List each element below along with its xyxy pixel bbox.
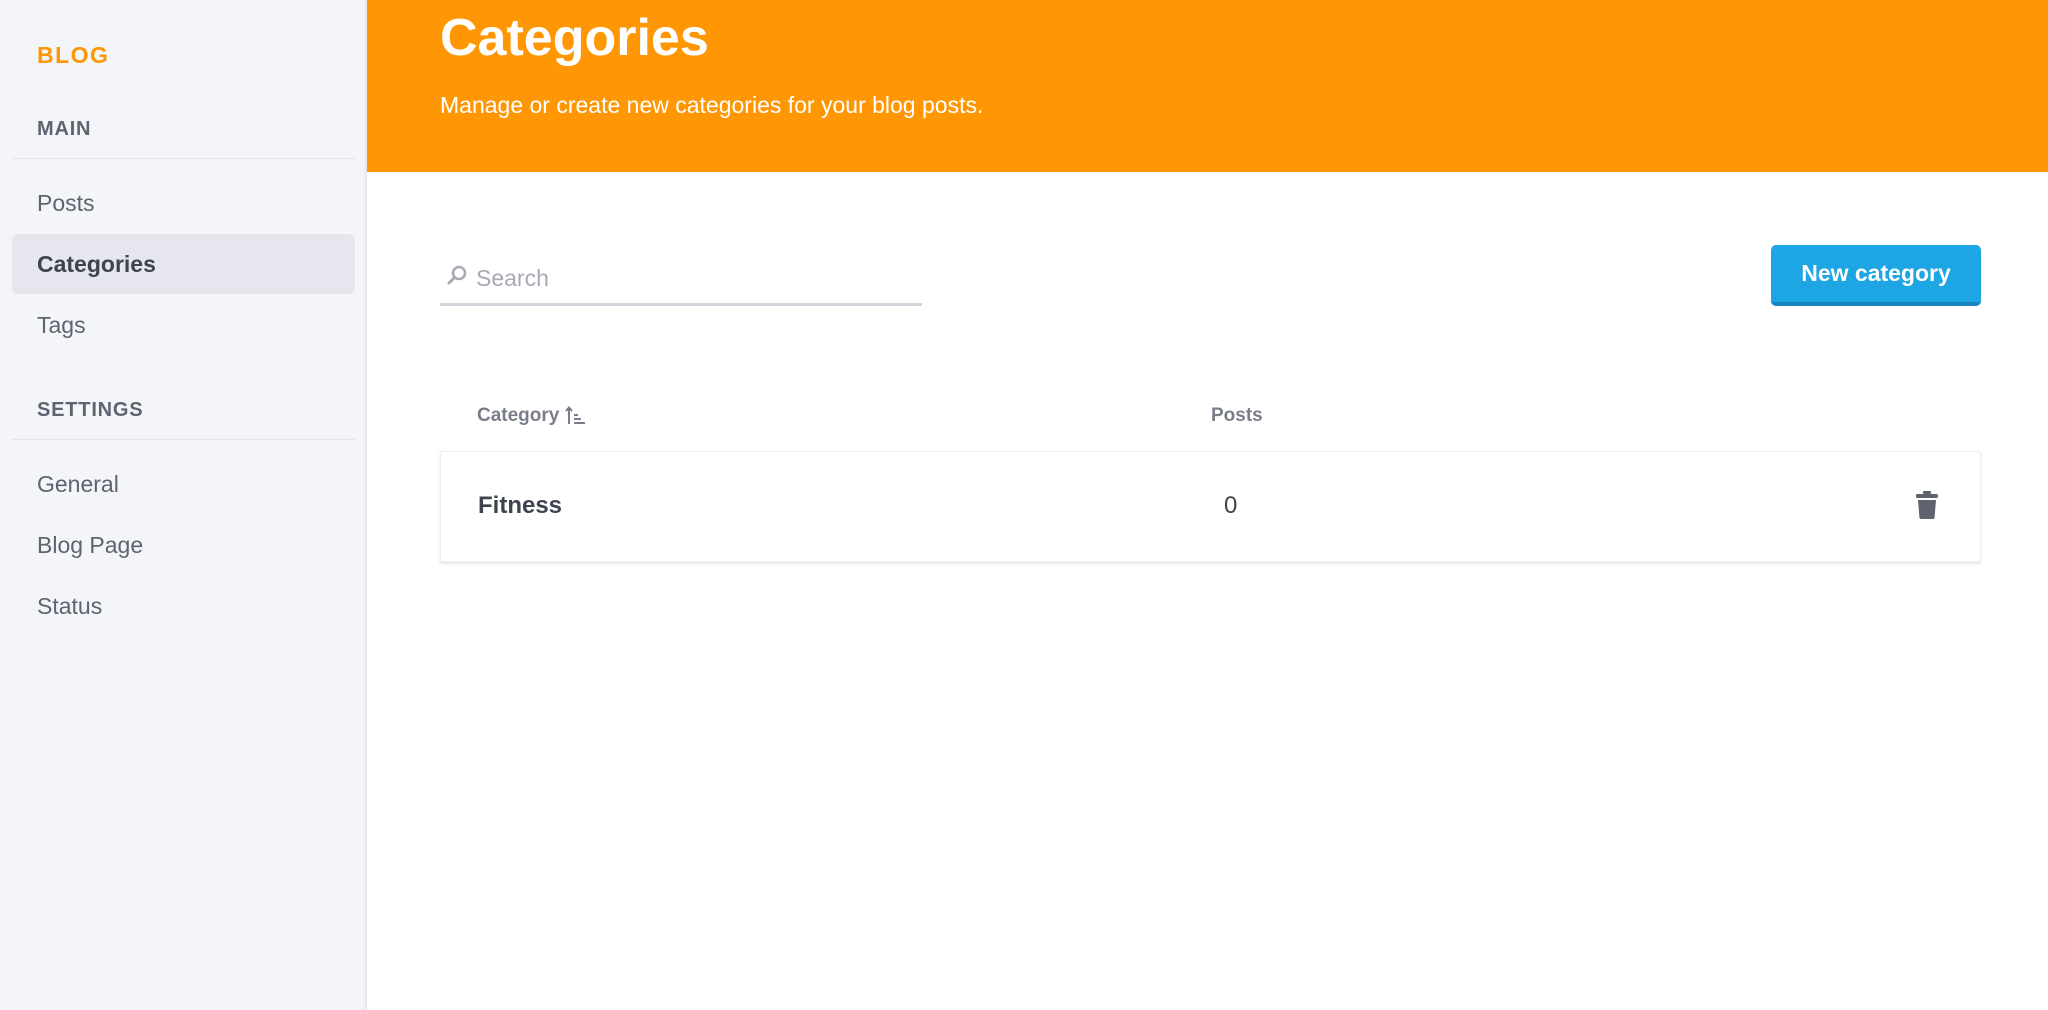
trash-icon[interactable] xyxy=(1914,490,1940,520)
sidebar-item-blog-page[interactable]: Blog Page xyxy=(12,515,355,575)
sidebar-item-label: Tags xyxy=(37,311,86,338)
brand-logo[interactable]: BLOG xyxy=(37,42,109,69)
column-header-label: Category xyxy=(477,405,560,426)
sort-ascending-icon xyxy=(565,405,586,424)
column-header-posts[interactable]: Posts xyxy=(1211,405,1263,427)
new-category-button[interactable]: New category xyxy=(1771,245,1981,306)
sidebar-item-label: Status xyxy=(37,592,103,619)
section-title-main: MAIN xyxy=(37,118,92,140)
sidebar-item-label: Categories xyxy=(37,250,156,277)
page-subtitle: Manage or create new categories for your… xyxy=(440,92,984,118)
post-count: 0 xyxy=(1224,492,1238,519)
column-header-category[interactable]: Category xyxy=(477,405,587,427)
column-header-label: Posts xyxy=(1211,405,1263,426)
search-bar xyxy=(440,254,922,306)
section-divider xyxy=(12,439,355,440)
sidebar-item-categories[interactable]: Categories xyxy=(12,234,355,294)
section-title-settings: SETTINGS xyxy=(37,399,144,421)
search-input[interactable] xyxy=(476,258,916,298)
sidebar: BLOG MAIN Posts Categories Tags SETTINGS… xyxy=(0,0,367,1010)
sidebar-item-label: Posts xyxy=(37,189,95,216)
sidebar-item-posts[interactable]: Posts xyxy=(12,173,355,233)
app: BLOG MAIN Posts Categories Tags SETTINGS… xyxy=(0,0,2048,1010)
sidebar-item-label: Blog Page xyxy=(37,531,144,558)
section-divider xyxy=(12,158,355,159)
table-row[interactable]: Fitness 0 xyxy=(440,451,1981,562)
sidebar-item-general[interactable]: General xyxy=(12,454,355,514)
sidebar-item-status[interactable]: Status xyxy=(12,576,355,636)
sidebar-item-label: General xyxy=(37,470,119,497)
page-header: Categories Manage or create new categori… xyxy=(367,0,2048,172)
search-icon xyxy=(447,265,467,285)
category-name: Fitness xyxy=(478,492,563,519)
sidebar-item-tags[interactable]: Tags xyxy=(12,295,355,355)
page-title: Categories xyxy=(440,9,709,67)
